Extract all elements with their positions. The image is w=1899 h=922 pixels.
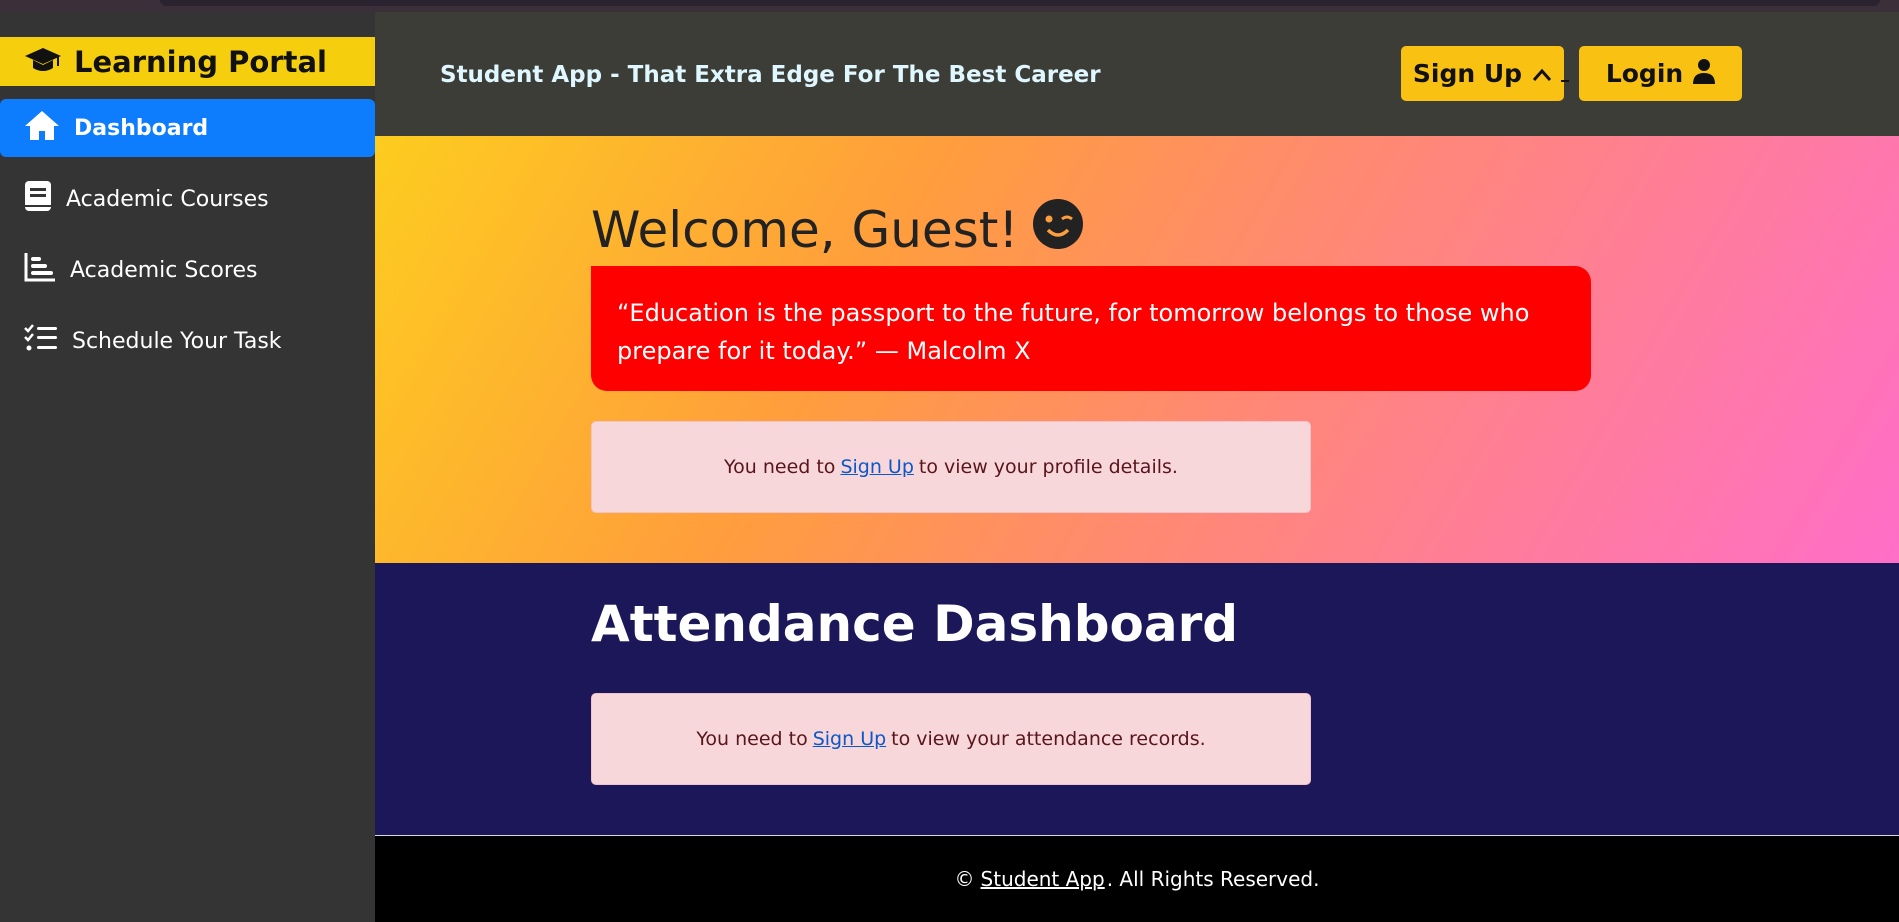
brand-title: Learning Portal: [74, 44, 327, 79]
sidebar-item-label: Schedule Your Task: [72, 328, 282, 354]
chevron-up-icon: [1532, 59, 1552, 88]
quote-box: “Education is the passport to the future…: [591, 266, 1591, 391]
sidebar-item-dashboard[interactable]: Dashboard: [0, 99, 375, 157]
notice-text-after: to view your attendance records.: [891, 728, 1206, 750]
notice-text-before: You need to: [696, 728, 808, 750]
home-icon: [24, 109, 60, 147]
signup-link[interactable]: Sign Up: [840, 456, 913, 478]
signup-link[interactable]: Sign Up: [813, 728, 886, 750]
task-list-icon: [24, 324, 58, 358]
top-header: Student App - That Extra Edge For The Be…: [375, 12, 1899, 136]
sidebar-item-label: Academic Scores: [70, 257, 258, 283]
profile-signup-notice: You need to Sign Up to view your profile…: [591, 421, 1311, 513]
wink-face-icon: [1032, 198, 1084, 262]
user-icon: [1693, 58, 1716, 90]
app-tagline: Student App - That Extra Edge For The Be…: [440, 62, 1101, 88]
brand-logo[interactable]: Learning Portal: [0, 37, 375, 86]
sidebar-item-academic-courses[interactable]: Academic Courses: [0, 170, 375, 228]
notice-text-after: to view your profile details.: [918, 456, 1178, 478]
welcome-heading: Welcome, Guest!: [591, 198, 1084, 262]
sidebar: Learning Portal Dashboard Academic Cours…: [0, 12, 375, 922]
browser-top-strip: [0, 0, 1899, 12]
attendance-section: Attendance Dashboard You need to Sign Up…: [375, 563, 1899, 835]
copyright-symbol: ©: [954, 867, 975, 891]
sidebar-item-label: Academic Courses: [66, 186, 269, 212]
separator: [1561, 80, 1569, 82]
graduation-cap-icon: [24, 45, 62, 79]
sidebar-item-schedule-your-task[interactable]: Schedule Your Task: [0, 312, 375, 370]
welcome-section: Welcome, Guest! “Education is the passpo…: [375, 136, 1899, 563]
sidebar-item-academic-scores[interactable]: Academic Scores: [0, 241, 375, 299]
signup-button[interactable]: Sign Up: [1401, 46, 1564, 101]
login-label: Login: [1605, 59, 1684, 88]
bar-chart-icon: [24, 252, 56, 288]
book-icon: [24, 180, 52, 218]
attendance-signup-notice: You need to Sign Up to view your attenda…: [591, 693, 1311, 785]
notice-text-before: You need to: [724, 456, 836, 478]
browser-tab-bar: [160, 0, 1880, 6]
sidebar-item-label: Dashboard: [74, 115, 209, 141]
footer: © Student App . All Rights Reserved.: [375, 835, 1899, 922]
signup-label: Sign Up: [1412, 59, 1523, 88]
welcome-text: Welcome, Guest!: [591, 201, 1019, 259]
login-button[interactable]: Login: [1579, 46, 1742, 101]
footer-app-link[interactable]: Student App: [981, 867, 1105, 891]
footer-rights-text: . All Rights Reserved.: [1106, 867, 1320, 891]
attendance-heading: Attendance Dashboard: [591, 595, 1239, 653]
